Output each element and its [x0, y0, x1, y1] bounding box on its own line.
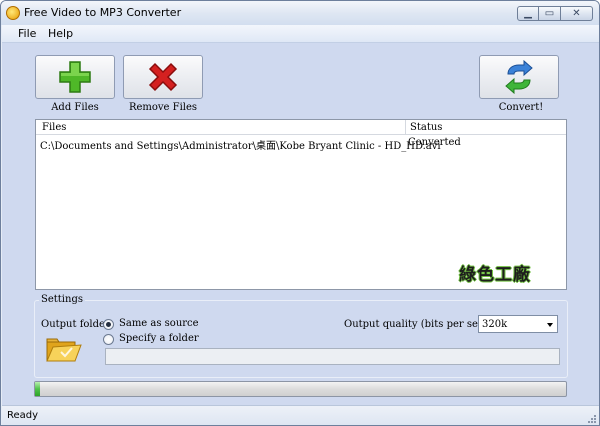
remove-files-button[interactable] — [123, 55, 203, 99]
close-icon: ✕ — [572, 7, 581, 19]
maximize-button[interactable]: ▭ — [539, 6, 561, 21]
column-status[interactable]: Status — [410, 122, 442, 133]
files-list-header: Files Status — [36, 120, 566, 135]
settings-group: Settings Output folder: Same as source S… — [34, 294, 568, 378]
output-quality-select[interactable]: 320k — [478, 315, 558, 333]
title-bar: Free Video to MP3 Converter ▁ ▭ ✕ — [1, 1, 599, 25]
add-files-button[interactable] — [35, 55, 115, 99]
resize-grip-icon[interactable] — [587, 414, 597, 424]
specify-folder-label[interactable]: Specify a folder — [119, 333, 199, 344]
column-separator[interactable] — [405, 120, 406, 135]
app-window: Free Video to MP3 Converter ▁ ▭ ✕ File H… — [0, 0, 600, 426]
minimize-button[interactable]: ▁ — [517, 6, 539, 21]
window-title: Free Video to MP3 Converter — [24, 6, 182, 19]
same-as-source-label[interactable]: Same as source — [119, 318, 199, 329]
add-files-label: Add Files — [51, 102, 99, 113]
main-panel: Add Files Remove Files Convert! Files St… — [2, 43, 599, 405]
file-path: C:\Documents and Settings\Administrator\… — [40, 141, 441, 152]
convert-arrows-icon — [505, 60, 533, 94]
progress-fill — [35, 382, 40, 396]
menu-bar: File Help — [2, 25, 599, 43]
convert-label: Convert! — [498, 102, 544, 113]
list-item[interactable]: C:\Documents and Settings\Administrator\… — [36, 136, 566, 152]
maximize-icon: ▭ — [544, 7, 555, 19]
close-button[interactable]: ✕ — [561, 6, 593, 21]
output-quality-value: 320k — [482, 319, 508, 330]
settings-legend: Settings — [39, 294, 85, 305]
menu-file[interactable]: File — [16, 27, 38, 40]
file-status: Converted — [408, 137, 461, 148]
specify-folder-radio[interactable] — [103, 334, 114, 345]
column-files[interactable]: Files — [42, 122, 66, 133]
remove-files-label: Remove Files — [128, 102, 198, 113]
folder-icon — [46, 338, 82, 362]
watermark-logo: 綠色工廠 — [459, 265, 531, 285]
status-bar: Ready — [2, 405, 599, 425]
status-text: Ready — [7, 410, 39, 421]
files-list[interactable]: Files Status C:\Documents and Settings\A… — [35, 119, 567, 290]
app-icon — [6, 6, 20, 20]
remove-x-icon — [148, 62, 178, 92]
minimize-icon: ▁ — [524, 7, 532, 19]
progress-bar — [34, 381, 567, 397]
same-as-source-radio[interactable] — [103, 319, 114, 330]
menu-help[interactable]: Help — [46, 27, 75, 40]
plus-icon — [59, 61, 91, 93]
chevron-down-icon — [547, 323, 553, 327]
convert-button[interactable] — [479, 55, 559, 99]
folder-path-field[interactable] — [105, 348, 560, 365]
